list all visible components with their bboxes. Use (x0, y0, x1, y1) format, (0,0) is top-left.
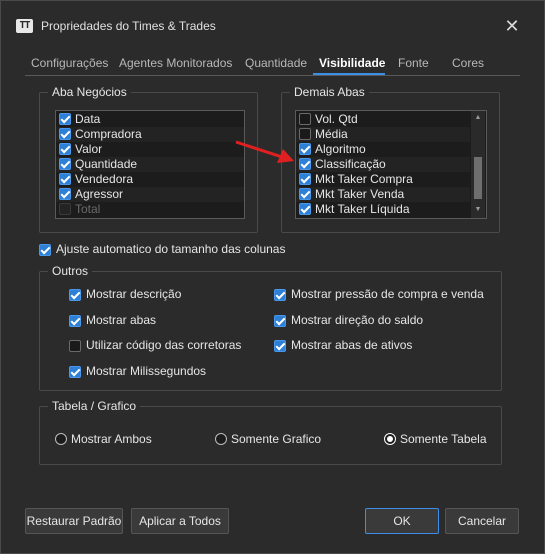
checkbox-classificacao[interactable] (299, 158, 311, 170)
group-title-tabela-grafico: Tabela / Grafico (48, 399, 141, 413)
checkbox-mkt-taker-venda[interactable] (299, 188, 311, 200)
list-item[interactable]: Mkt Taker Compra (296, 172, 470, 187)
group-title-outros: Outros (48, 264, 93, 278)
apply-to-all-button[interactable]: Aplicar a Todos (131, 508, 229, 534)
list-item[interactable]: Data (56, 112, 244, 127)
list-item[interactable]: Valor (56, 142, 244, 157)
list-item-label: Data (75, 112, 101, 126)
checkbox-vendedora[interactable] (59, 173, 71, 185)
list-item-label: Valor (75, 142, 103, 156)
list-item-label: Total (75, 202, 101, 216)
codigo-corretoras-label: Utilizar código das corretoras (86, 338, 242, 352)
checkbox-quantidade[interactable] (59, 158, 71, 170)
scroll-down-icon[interactable]: ▼ (472, 205, 484, 215)
group-title-aba-negocios: Aba Negócios (48, 85, 131, 99)
list-item-label: Algoritmo (315, 142, 366, 156)
checkbox-abas-ativos[interactable] (274, 340, 286, 352)
checkbox-codigo-corretoras[interactable] (69, 340, 81, 352)
pressao-compra-venda-label: Mostrar pressão de compra e venda (291, 287, 484, 301)
abas-ativos-label: Mostrar abas de ativos (291, 338, 413, 352)
somente-grafico-label: Somente Grafico (231, 432, 322, 446)
mostrar-abas-label: Mostrar abas (86, 313, 157, 327)
ajuste-automatico-label: Ajuste automatico do tamanho das colunas (56, 242, 286, 256)
somente-tabela-label: Somente Tabela (400, 432, 487, 446)
mostrar-descricao-label: Mostrar descrição (86, 287, 182, 301)
checkbox-mkt-taker-liquida[interactable] (299, 203, 311, 215)
list-item[interactable]: Algoritmo (296, 142, 470, 157)
window-title: Propriedades do Times & Trades (41, 19, 216, 33)
mostrar-ambos-label: Mostrar Ambos (71, 432, 152, 446)
demais-abas-scrollbar[interactable]: ▲ ▼ (471, 111, 485, 218)
list-item[interactable]: Mkt Taker Líquida (296, 202, 470, 217)
radio-somente-grafico[interactable] (215, 433, 227, 445)
list-item[interactable]: Quantidade (56, 157, 244, 172)
tab-fonte[interactable]: Fonte (398, 56, 429, 70)
list-item[interactable]: Classificação (296, 157, 470, 172)
list-item[interactable]: Compradora (56, 127, 244, 142)
properties-dialog: TT Propriedades do Times & Trades ✕ Conf… (0, 0, 545, 554)
checkbox-pressao-compra-venda[interactable] (274, 289, 286, 301)
checkbox-direcao-saldo[interactable] (274, 315, 286, 327)
tab-cores[interactable]: Cores (452, 56, 484, 70)
radio-somente-tabela[interactable] (384, 433, 396, 445)
list-item[interactable]: Vol. Qtd (296, 112, 470, 127)
list-item[interactable]: Mkt Taker Venda (296, 187, 470, 202)
app-logo-icon: TT (16, 19, 33, 33)
checkbox-compradora[interactable] (59, 128, 71, 140)
tab-configuracoes[interactable]: Configurações (31, 56, 108, 70)
checkbox-total (59, 203, 71, 215)
mostrar-milissegundos-label: Mostrar Milissegundos (86, 364, 207, 378)
aba-negocios-list[interactable]: Data Compradora Valor Quantidade Vendedo… (55, 110, 245, 219)
checkbox-valor[interactable] (59, 143, 71, 155)
list-item[interactable]: Média (296, 127, 470, 142)
checkbox-mkt-taker-compra[interactable] (299, 173, 311, 185)
radio-mostrar-ambos[interactable] (55, 433, 67, 445)
checkbox-mostrar-descricao[interactable] (69, 289, 81, 301)
checkbox-vol-qtd[interactable] (299, 113, 311, 125)
scroll-thumb[interactable] (474, 157, 482, 199)
checkbox-mostrar-milissegundos[interactable] (69, 366, 81, 378)
list-item-label: Agressor (75, 187, 124, 201)
demais-abas-list[interactable]: Vol. Qtd Média Algoritmo Classificação M… (295, 110, 487, 219)
list-item-label: Mkt Taker Compra (315, 172, 413, 186)
ok-button[interactable]: OK (365, 508, 439, 534)
tab-bar: Configurações Agentes Monitorados Quanti… (25, 53, 520, 76)
list-item-label: Vol. Qtd (315, 112, 358, 126)
tab-visibilidade[interactable]: Visibilidade (319, 56, 385, 70)
list-item-label: Vendedora (75, 172, 134, 186)
restore-defaults-button[interactable]: Restaurar Padrão (25, 508, 123, 534)
list-item-label: Mkt Taker Venda (315, 187, 405, 201)
list-item[interactable]: Vendedora (56, 172, 244, 187)
tab-agentes-monitorados[interactable]: Agentes Monitorados (119, 56, 232, 70)
checkbox-agressor[interactable] (59, 188, 71, 200)
group-title-demais-abas: Demais Abas (290, 85, 369, 99)
list-item-label: Quantidade (75, 157, 138, 171)
list-item[interactable]: Agressor (56, 187, 244, 202)
checkbox-ajuste-automatico[interactable] (39, 244, 51, 256)
close-icon[interactable]: ✕ (501, 15, 523, 37)
checkbox-mostrar-abas[interactable] (69, 315, 81, 327)
checkbox-media[interactable] (299, 128, 311, 140)
checkbox-data[interactable] (59, 113, 71, 125)
active-tab-indicator (313, 73, 385, 75)
group-aba-negocios: Aba Negócios Data Compradora Valor Quant… (39, 85, 258, 233)
annotation-arrow-icon (235, 140, 294, 163)
list-item-label: Classificação (315, 157, 386, 171)
scroll-up-icon[interactable]: ▲ (472, 113, 484, 123)
direcao-saldo-label: Mostrar direção do saldo (291, 313, 424, 327)
list-item: Total (56, 202, 244, 217)
group-demais-abas: Demais Abas Vol. Qtd Média Algoritmo Cla… (281, 85, 500, 233)
checkbox-algoritmo[interactable] (299, 143, 311, 155)
tab-quantidade[interactable]: Quantidade (245, 56, 307, 70)
group-outros: Outros Mostrar descrição Mostrar abas Ut… (39, 264, 502, 391)
group-tabela-grafico: Tabela / Grafico Mostrar Ambos Somente G… (39, 399, 502, 465)
title-bar: TT Propriedades do Times & Trades ✕ (1, 1, 544, 37)
list-item-label: Mkt Taker Líquida (315, 202, 410, 216)
list-item-label: Média (315, 127, 348, 141)
cancel-button[interactable]: Cancelar (445, 508, 519, 534)
list-item-label: Compradora (75, 127, 142, 141)
